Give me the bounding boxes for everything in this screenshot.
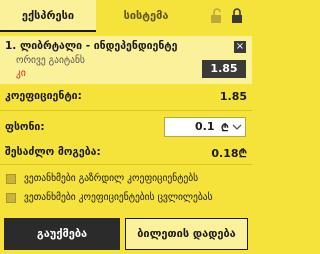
coefficient-label: კოეფიციენტი: — [5, 90, 82, 102]
possible-win-row: შესაძლო მოგება: 0.18₾ — [5, 146, 247, 160]
divider — [0, 110, 252, 111]
close-icon[interactable]: × — [234, 41, 246, 53]
lock-icon[interactable] — [230, 8, 244, 24]
cancel-button[interactable]: გაუქმება — [4, 218, 120, 250]
possible-win-label: შესაძლო მოგება: — [5, 146, 101, 158]
currency-symbol: ₾ — [221, 123, 229, 134]
betslip-footer: გაუქმება ბილეთის დადება — [0, 212, 252, 254]
bet-pick: კი — [16, 68, 26, 79]
bet-market: ორივე გაიტანს — [16, 55, 85, 66]
betslip-tabs: ექსპრესი სისტემა — [0, 0, 252, 32]
bet-item: 1. ლიბრტალი - ინდეპენდიენტე ორივე გაიტან… — [0, 36, 252, 84]
option-label: ვეთანხმები გაზრდილ კოეფიციენტებს — [24, 173, 199, 184]
coefficient-value: 1.85 — [219, 90, 247, 103]
possible-win-value: 0.18₾ — [211, 147, 247, 160]
checkbox[interactable] — [6, 193, 16, 203]
lock-toggle[interactable] — [206, 8, 246, 24]
tab-express[interactable]: ექსპრესი — [0, 0, 96, 32]
chevron-down-icon[interactable] — [232, 122, 242, 132]
stake-label: ფსონი: — [5, 121, 45, 133]
accept-higher-odds-option[interactable]: ვეთანხმები გაზრდილ კოეფიციენტებს — [6, 173, 246, 187]
bet-event-title: 1. ლიბრტალი - ინდეპენდიენტე — [5, 40, 178, 52]
coefficient-row: კოეფიციენტი: 1.85 — [5, 90, 247, 103]
bet-odd: 1.85 — [202, 60, 246, 78]
place-bet-button[interactable]: ბილეთის დადება — [125, 218, 248, 250]
accept-odds-change-option[interactable]: ვეთანხმები კოეფიციენტების ცვლილებას — [6, 192, 246, 206]
unlock-icon[interactable] — [210, 8, 224, 24]
stake-value: 0.1 — [195, 120, 215, 133]
option-label: ვეთანხმები კოეფიციენტების ცვლილებას — [24, 192, 213, 203]
stake-input[interactable]: 0.1 ₾ — [164, 117, 246, 137]
checkbox[interactable] — [6, 174, 16, 184]
divider — [0, 164, 252, 165]
tab-system[interactable]: სისტემა — [96, 0, 196, 32]
